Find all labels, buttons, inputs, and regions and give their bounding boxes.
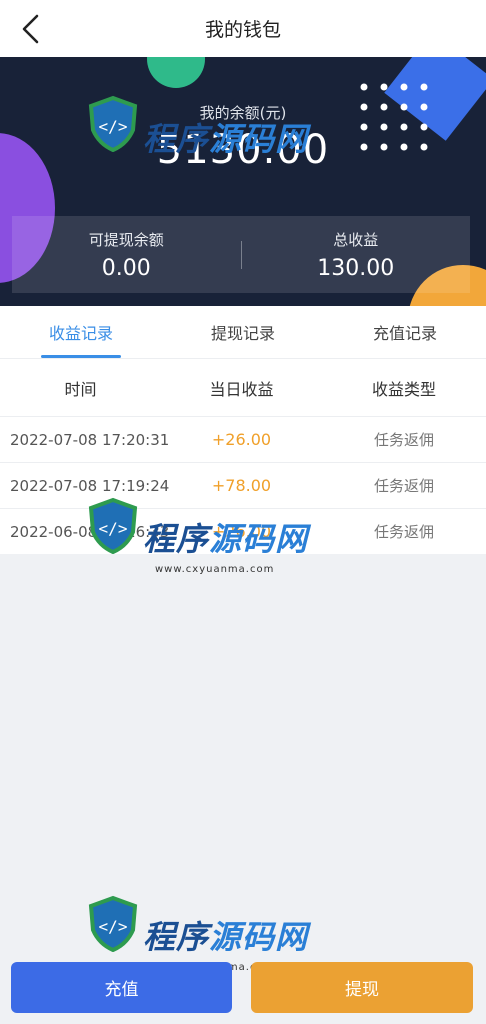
- row-type: 任务返佣: [373, 477, 434, 495]
- record-tabs: 收益记录 提现记录 充值记录: [0, 306, 486, 359]
- svg-text:</>: </>: [99, 519, 128, 538]
- shield-logo-icon: </>: [88, 895, 138, 952]
- svg-text:</>: </>: [99, 917, 128, 936]
- total-income-label: 总收益: [333, 230, 379, 249]
- page-title: 我的钱包: [204, 19, 281, 41]
- svg-text:</>: </>: [99, 117, 128, 136]
- table-header: 时间 当日收益 收益类型: [0, 359, 486, 417]
- row-type: 任务返佣: [373, 523, 434, 541]
- watermark-logo: </> 程序源码网 www.cxyuanma.com: [85, 494, 325, 589]
- row-time: 2022-07-08 17:19:24: [10, 476, 170, 495]
- wallet-stats-panel: 可提现余额 0.00 总收益 130.00: [12, 216, 470, 293]
- shield-logo-icon: </>: [88, 497, 138, 554]
- column-header-income-type: 收益类型: [371, 379, 436, 399]
- withdraw-button[interactable]: 提现: [251, 962, 473, 1013]
- back-button[interactable]: [14, 12, 48, 46]
- total-income-value: 130.00: [317, 255, 395, 281]
- row-type: 任务返佣: [373, 431, 434, 449]
- tab-income-records[interactable]: 收益记录: [0, 306, 162, 358]
- row-amount: +26.00: [211, 430, 272, 449]
- withdrawable-value: 0.00: [101, 255, 151, 281]
- top-nav-bar: 我的钱包: [0, 0, 486, 57]
- column-header-daily-income: 当日收益: [209, 379, 274, 399]
- withdrawable-label: 可提现余额: [88, 230, 164, 249]
- watermark-logo: </> 程序源码网: [85, 92, 325, 187]
- row-amount: +78.00: [211, 476, 272, 495]
- decor-green-circle: [147, 57, 205, 88]
- chevron-left-icon: [22, 14, 39, 44]
- shield-logo-icon: </>: [88, 95, 138, 152]
- total-income-stat: 总收益 130.00: [242, 229, 471, 281]
- tab-recharge-records[interactable]: 充值记录: [324, 306, 486, 358]
- recharge-button[interactable]: 充值: [11, 962, 232, 1013]
- table-row: 2022-07-08 17:20:31 +26.00 任务返佣: [0, 417, 486, 463]
- withdrawable-stat: 可提现余额 0.00: [12, 229, 241, 281]
- tab-withdraw-records[interactable]: 提现记录: [162, 306, 324, 358]
- column-header-time: 时间: [64, 379, 97, 399]
- row-time: 2022-07-08 17:20:31: [10, 430, 170, 449]
